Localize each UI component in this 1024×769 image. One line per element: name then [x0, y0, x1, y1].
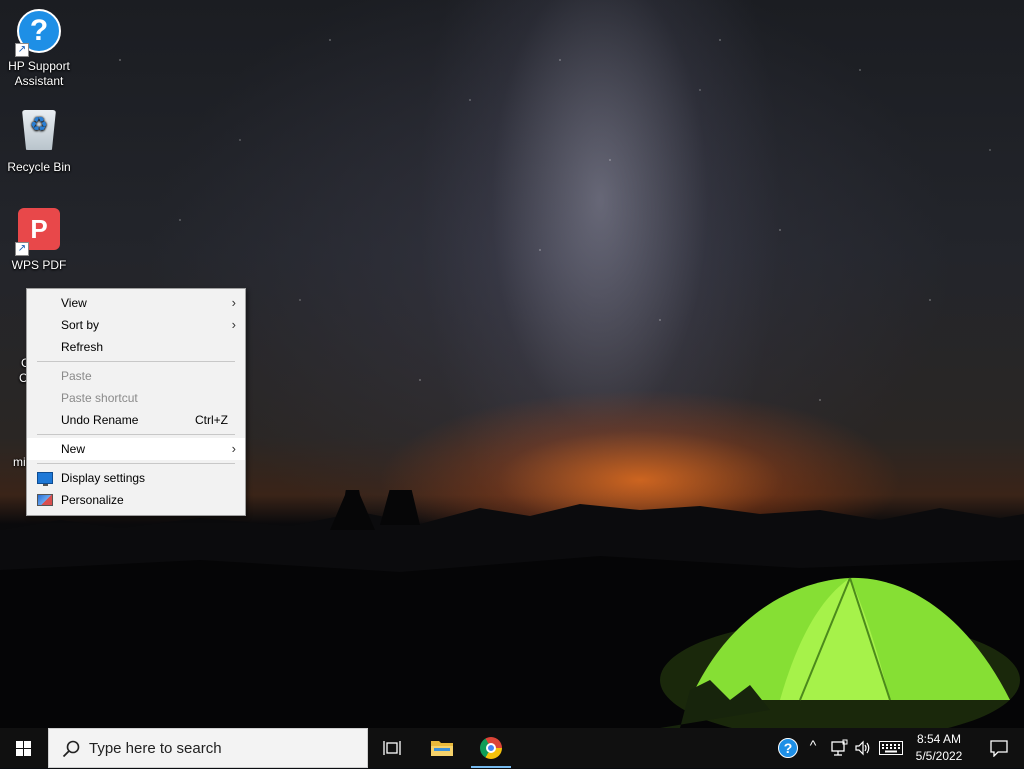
menu-item-label: Paste [61, 369, 92, 383]
menu-item-shortcut: Ctrl+Z [195, 413, 228, 427]
shortcut-arrow-icon: ↗ [15, 242, 29, 256]
menu-item-sort-by[interactable]: Sort by › [27, 314, 245, 336]
wps-pdf-icon: P ↗ [15, 208, 63, 256]
desktop-icon-label: mi [13, 455, 26, 469]
clock-time: 8:54 AM [916, 732, 962, 746]
menu-item-refresh[interactable]: Refresh [27, 336, 245, 358]
menu-item-paste: Paste [27, 365, 245, 387]
menu-item-label: Undo Rename [61, 413, 139, 427]
desktop-context-menu: View › Sort by › Refresh Paste Paste sho… [26, 288, 246, 516]
shortcut-arrow-icon: ↗ [15, 43, 29, 57]
menu-item-label: Display settings [61, 471, 146, 485]
desktop-icon-label: Recycle Bin [7, 160, 71, 174]
chevron-right-icon: › [231, 317, 236, 332]
menu-item-personalize[interactable]: Personalize [27, 489, 245, 511]
taskbar: Type here to search ? ^ 8:54 AM 5/5/2022 [0, 728, 1024, 768]
chevron-right-icon: › [231, 441, 236, 456]
hp-support-tray-icon[interactable]: ? [778, 738, 798, 758]
network-icon[interactable] [830, 739, 848, 757]
file-explorer-icon [431, 741, 453, 756]
desktop-icon-hp-support-assistant[interactable]: ? ↗ HP Support Assistant [1, 7, 77, 89]
recycle-bin-icon [15, 110, 63, 158]
desktop-icon-label: WPS PDF [11, 258, 67, 272]
start-button[interactable] [0, 728, 48, 768]
desktop-icon-label: HP Support [8, 59, 70, 73]
menu-item-label: New [61, 442, 86, 456]
clock-date: 5/5/2022 [915, 749, 963, 763]
monitor-icon [37, 472, 53, 486]
notification-icon [990, 740, 1008, 757]
menu-item-label: Paste shortcut [61, 391, 138, 405]
glowing-tent [660, 577, 1020, 728]
task-view-button[interactable] [368, 728, 416, 768]
menu-separator [37, 434, 235, 435]
taskbar-clock[interactable]: 8:54 AM 5/5/2022 [908, 731, 970, 765]
action-center-button[interactable] [980, 728, 1020, 768]
taskbar-search-box[interactable]: Type here to search [48, 728, 368, 768]
menu-item-label: Sort by [61, 318, 100, 332]
chevron-right-icon: › [231, 295, 236, 310]
desktop-icon-label: Assistant [14, 74, 64, 88]
menu-item-label: Personalize [61, 493, 124, 507]
file-explorer-button[interactable] [418, 728, 466, 768]
menu-item-view[interactable]: View › [27, 292, 245, 314]
menu-item-label: View [61, 296, 87, 310]
task-view-icon [383, 741, 401, 755]
menu-item-new[interactable]: New › [27, 438, 245, 460]
desktop-icon-recycle-bin[interactable]: Recycle Bin [1, 106, 77, 175]
menu-item-paste-shortcut: Paste shortcut [27, 387, 245, 409]
menu-item-undo-rename[interactable]: Undo Rename Ctrl+Z [27, 409, 245, 431]
volume-icon[interactable] [854, 739, 872, 757]
windows-logo-icon [16, 741, 32, 756]
personalize-icon [37, 494, 53, 506]
search-icon [62, 740, 80, 758]
show-hidden-icons-chevron-icon[interactable]: ^ [806, 737, 820, 753]
menu-separator [37, 361, 235, 362]
chrome-icon [480, 737, 502, 759]
chrome-taskbar-button[interactable] [467, 728, 515, 768]
menu-separator [37, 463, 235, 464]
desktop-icon-wps-pdf[interactable]: P ↗ WPS PDF [1, 205, 77, 273]
search-placeholder: Type here to search [89, 740, 222, 757]
menu-item-display-settings[interactable]: Display settings [27, 467, 245, 489]
hp-support-icon: ? ↗ [15, 9, 63, 57]
menu-item-label: Refresh [61, 340, 104, 354]
keyboard-icon[interactable] [879, 741, 903, 755]
